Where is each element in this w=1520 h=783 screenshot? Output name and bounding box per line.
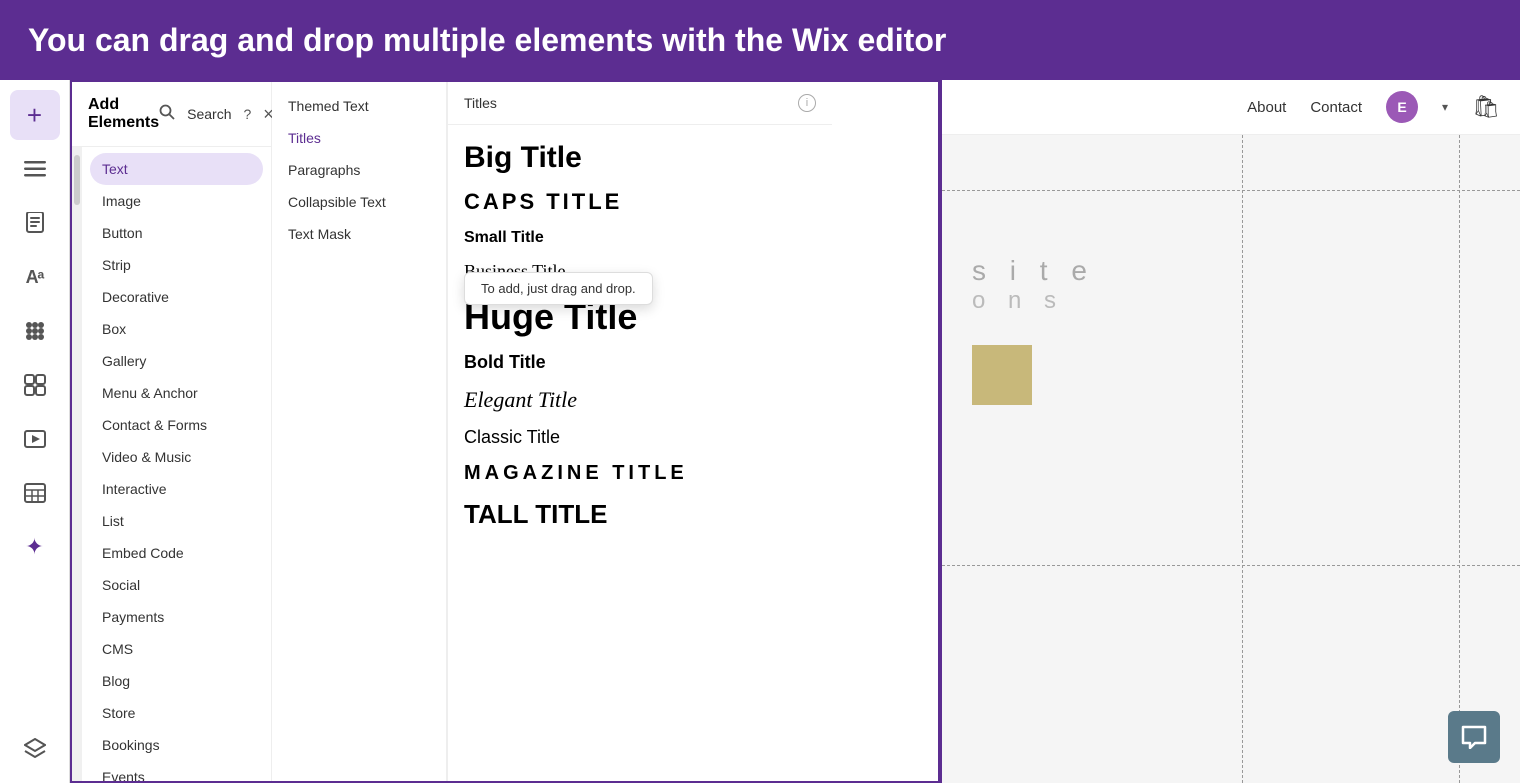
- category-bookings[interactable]: Bookings: [82, 729, 271, 761]
- banner-text: You can drag and drop multiple elements …: [28, 22, 946, 59]
- sidebar-icons: + Aᵃ ✦: [0, 80, 70, 783]
- category-contact-forms[interactable]: Contact & Forms: [82, 409, 271, 441]
- nav-chevron-icon[interactable]: ▾: [1442, 100, 1448, 114]
- help-icon[interactable]: ?: [244, 106, 252, 122]
- sidebar-apps-icon[interactable]: [10, 306, 60, 356]
- add-elements-panel: Add Elements Search ? × Text: [70, 80, 940, 783]
- website-preview: About Contact E ▾ 🛍 s i t e o n s: [940, 80, 1520, 783]
- sub-themed-text[interactable]: Themed Text: [272, 90, 446, 122]
- element-small-title[interactable]: Small Title: [464, 225, 816, 251]
- drag-drop-tooltip: To add, just drag and drop.: [464, 272, 653, 305]
- category-box[interactable]: Box: [82, 313, 271, 345]
- search-label: Search: [187, 106, 231, 122]
- category-payments[interactable]: Payments: [82, 601, 271, 633]
- nav-about[interactable]: About: [1247, 99, 1286, 116]
- tan-box: [972, 345, 1032, 405]
- guide-line-v2: [1459, 135, 1460, 783]
- category-image[interactable]: Image: [82, 185, 271, 217]
- panel-title: Add Elements: [88, 96, 159, 132]
- sub-text-mask[interactable]: Text Mask: [272, 218, 446, 250]
- search-icon[interactable]: [159, 104, 175, 125]
- sidebar-media-icon[interactable]: [10, 414, 60, 464]
- category-blog[interactable]: Blog: [82, 665, 271, 697]
- categories-list: Text Image Button Strip Decorative Box G…: [82, 147, 271, 781]
- preview-nav: About Contact E ▾ 🛍: [942, 80, 1520, 135]
- tooltip-text: To add, just drag and drop.: [481, 281, 636, 296]
- nav-cart-icon[interactable]: 🛍: [1472, 94, 1500, 120]
- elements-list: Big Title CAPS TITLE Small Title Busines…: [448, 125, 832, 546]
- nav-avatar[interactable]: E: [1386, 91, 1418, 123]
- category-button[interactable]: Button: [82, 217, 271, 249]
- sidebar-table-icon[interactable]: [10, 468, 60, 518]
- sub-collapsible[interactable]: Collapsible Text: [272, 186, 446, 218]
- guide-line-h2: [942, 565, 1520, 566]
- category-text[interactable]: Text: [90, 153, 263, 185]
- elements-section-title: Titles: [464, 95, 497, 111]
- site-preview-text2: o n s: [972, 287, 1520, 315]
- category-menu-anchor[interactable]: Menu & Anchor: [82, 377, 271, 409]
- sidebar-menu-icon[interactable]: [10, 144, 60, 194]
- category-embed-code[interactable]: Embed Code: [82, 537, 271, 569]
- element-magazine-title[interactable]: MAGAZINE TITLE: [464, 458, 816, 489]
- sub-categories-panel: Themed Text Titles Paragraphs Collapsibl…: [272, 82, 447, 781]
- sidebar-pages-icon[interactable]: [10, 198, 60, 248]
- info-icon[interactable]: i: [798, 94, 816, 112]
- category-events[interactable]: Events: [82, 761, 271, 781]
- sidebar-layers-icon[interactable]: [10, 723, 60, 773]
- site-preview-text1: s i t e: [972, 255, 1520, 287]
- guide-line-h1: [942, 190, 1520, 191]
- main-area: + Aᵃ ✦ Add Elements: [0, 80, 1520, 783]
- category-list[interactable]: List: [82, 505, 271, 537]
- nav-contact[interactable]: Contact: [1310, 99, 1362, 116]
- element-elegant-title[interactable]: Elegant Title: [464, 383, 816, 417]
- guide-line-v1: [1242, 135, 1243, 783]
- panel-header: Add Elements Search ? ×: [72, 82, 271, 147]
- sub-titles[interactable]: Titles: [272, 122, 446, 154]
- sidebar-add-icon[interactable]: +: [10, 90, 60, 140]
- category-store[interactable]: Store: [82, 697, 271, 729]
- category-gallery[interactable]: Gallery: [82, 345, 271, 377]
- category-decorative[interactable]: Decorative: [82, 281, 271, 313]
- category-video-music[interactable]: Video & Music: [82, 441, 271, 473]
- sidebar-components-icon[interactable]: [10, 360, 60, 410]
- category-interactive[interactable]: Interactive: [82, 473, 271, 505]
- category-social[interactable]: Social: [82, 569, 271, 601]
- elements-display-panel: Titles i Big Title CAPS TITLE Small Titl…: [447, 82, 832, 781]
- category-strip[interactable]: Strip: [82, 249, 271, 281]
- panel-header-icons: Search ? ×: [159, 104, 274, 125]
- element-big-title[interactable]: Big Title: [464, 137, 816, 179]
- category-cms[interactable]: CMS: [82, 633, 271, 665]
- element-caps-title[interactable]: CAPS TITLE: [464, 185, 816, 219]
- chat-button[interactable]: [1448, 711, 1500, 763]
- sidebar-ai-icon[interactable]: ✦: [10, 522, 60, 572]
- element-classic-title[interactable]: Classic Title: [464, 423, 816, 452]
- elements-panel-header: Titles i: [448, 82, 832, 125]
- sub-paragraphs[interactable]: Paragraphs: [272, 154, 446, 186]
- sidebar-text-icon[interactable]: Aᵃ: [10, 252, 60, 302]
- element-tall-title[interactable]: TALL TITLE: [464, 495, 816, 534]
- element-bold-title[interactable]: Bold Title: [464, 348, 816, 377]
- banner: You can drag and drop multiple elements …: [0, 0, 1520, 80]
